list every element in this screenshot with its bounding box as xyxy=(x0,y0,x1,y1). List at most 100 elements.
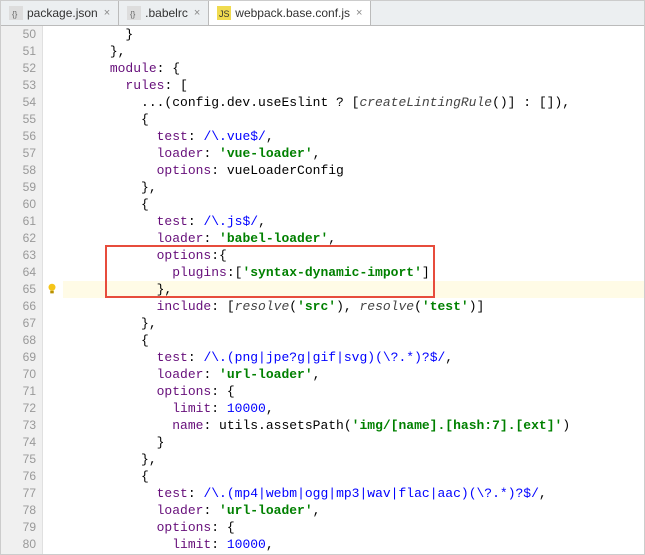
token: options xyxy=(157,520,212,535)
code-line[interactable]: module: { xyxy=(63,60,644,77)
token: : xyxy=(203,231,219,246)
line-number: 77 xyxy=(1,485,36,502)
token: loader xyxy=(157,231,204,246)
line-number: 78 xyxy=(1,502,36,519)
code-line[interactable]: }, xyxy=(63,179,644,196)
svg-text:{}: {} xyxy=(130,10,136,19)
tab-package-json[interactable]: {}package.json× xyxy=(1,1,119,25)
token: { xyxy=(141,469,149,484)
code-line[interactable]: loader: 'url-loader', xyxy=(63,502,644,519)
token: /\.(png|jpe?g|gif|svg)(\?.*)?$/ xyxy=(203,350,445,365)
code-line[interactable]: ...(config.dev.useEslint ? [createLintin… xyxy=(63,94,644,111)
code-line[interactable]: loader: 'vue-loader', xyxy=(63,145,644,162)
code-line[interactable]: include: [resolve('src'), resolve('test'… xyxy=(63,298,644,315)
token: : xyxy=(188,486,204,501)
line-number: 53 xyxy=(1,77,36,94)
token: : xyxy=(211,401,227,416)
token: loader xyxy=(157,367,204,382)
token: options xyxy=(157,248,212,263)
token: }, xyxy=(141,316,157,331)
code-line[interactable]: plugins:['syntax-dynamic-import'] xyxy=(63,264,644,281)
code-line[interactable]: test: /\.(mp4|webm|ogg|mp3|wav|flac|aac)… xyxy=(63,485,644,502)
marker-column xyxy=(43,26,61,554)
json-file-icon: {} xyxy=(9,6,23,20)
token: : vueLoaderConfig xyxy=(211,163,344,178)
code-line[interactable]: options: { xyxy=(63,383,644,400)
code-line[interactable]: }, xyxy=(63,451,644,468)
code-line[interactable]: } xyxy=(63,434,644,451)
line-number: 56 xyxy=(1,128,36,145)
js-file-icon: JS xyxy=(217,6,231,20)
token: 'url-loader' xyxy=(219,367,313,382)
token: /\.(mp4|webm|ogg|mp3|wav|flac|aac)(\?.*)… xyxy=(203,486,538,501)
code-area[interactable]: } }, module: { rules: [ ...(config.dev.u… xyxy=(61,26,644,554)
token: : { xyxy=(211,384,234,399)
token: ] xyxy=(422,265,430,280)
token: module xyxy=(110,61,157,76)
tab--babelrc[interactable]: {}.babelrc× xyxy=(119,1,209,25)
token: : xyxy=(188,129,204,144)
code-line[interactable]: options:{ xyxy=(63,247,644,264)
line-number: 62 xyxy=(1,230,36,247)
token: , xyxy=(258,214,266,229)
line-number: 57 xyxy=(1,145,36,162)
token: options xyxy=(157,163,212,178)
token: createLintingRule xyxy=(359,95,492,110)
line-number: 70 xyxy=(1,366,36,383)
code-line[interactable]: loader: 'babel-loader', xyxy=(63,230,644,247)
code-line[interactable]: name: utils.assetsPath('img/[name].[hash… xyxy=(63,417,644,434)
code-line[interactable]: loader: 'url-loader', xyxy=(63,366,644,383)
token: test xyxy=(157,214,188,229)
code-line[interactable]: } xyxy=(63,26,644,43)
token: , xyxy=(328,231,336,246)
token: ) xyxy=(562,418,570,433)
code-line[interactable]: options: vueLoaderConfig xyxy=(63,162,644,179)
line-number: 80 xyxy=(1,536,36,553)
code-line[interactable]: test: /\.vue$/, xyxy=(63,128,644,145)
line-number: 75 xyxy=(1,451,36,468)
line-number: 59 xyxy=(1,179,36,196)
code-line[interactable]: { xyxy=(63,196,644,213)
token: options xyxy=(157,384,212,399)
code-line[interactable]: test: /\.js$/, xyxy=(63,213,644,230)
code-line[interactable]: }, xyxy=(63,315,644,332)
close-icon[interactable]: × xyxy=(194,7,200,19)
code-line[interactable]: }, xyxy=(63,281,644,298)
token: resolve xyxy=(359,299,414,314)
token: }, xyxy=(110,44,126,59)
code-editor[interactable]: 5051525354555657585960616263646566676869… xyxy=(1,26,644,554)
token: , xyxy=(266,129,274,144)
code-line[interactable]: { xyxy=(63,332,644,349)
code-line[interactable]: { xyxy=(63,111,644,128)
code-line[interactable]: options: { xyxy=(63,519,644,536)
code-line[interactable]: { xyxy=(63,468,644,485)
code-line[interactable]: limit: 10000, xyxy=(63,536,644,553)
token: : [ xyxy=(164,78,187,93)
token: , xyxy=(445,350,453,365)
token: name xyxy=(172,418,203,433)
close-icon[interactable]: × xyxy=(356,7,362,19)
token: resolve xyxy=(235,299,290,314)
token: 'vue-loader' xyxy=(219,146,313,161)
svg-text:{}: {} xyxy=(12,10,18,19)
token: 'test' xyxy=(422,299,469,314)
close-icon[interactable]: × xyxy=(104,7,110,19)
token: ( xyxy=(289,299,297,314)
token: test xyxy=(157,486,188,501)
code-line[interactable]: limit: 10000, xyxy=(63,400,644,417)
code-line[interactable]: }, xyxy=(63,43,644,60)
token: { xyxy=(141,112,149,127)
line-number: 71 xyxy=(1,383,36,400)
token: /\.vue$/ xyxy=(203,129,265,144)
code-line[interactable]: test: /\.(png|jpe?g|gif|svg)(\?.*)?$/, xyxy=(63,349,644,366)
token: : utils.assetsPath( xyxy=(203,418,351,433)
code-line[interactable]: rules: [ xyxy=(63,77,644,94)
intention-bulb-icon[interactable] xyxy=(45,282,59,296)
token: 10000 xyxy=(227,401,266,416)
tab-webpack-base-conf-js[interactable]: JSwebpack.base.conf.js× xyxy=(209,1,371,25)
line-number: 63 xyxy=(1,247,36,264)
token: , xyxy=(539,486,547,501)
line-number: 61 xyxy=(1,213,36,230)
token: { xyxy=(141,333,149,348)
token: , xyxy=(313,503,321,518)
